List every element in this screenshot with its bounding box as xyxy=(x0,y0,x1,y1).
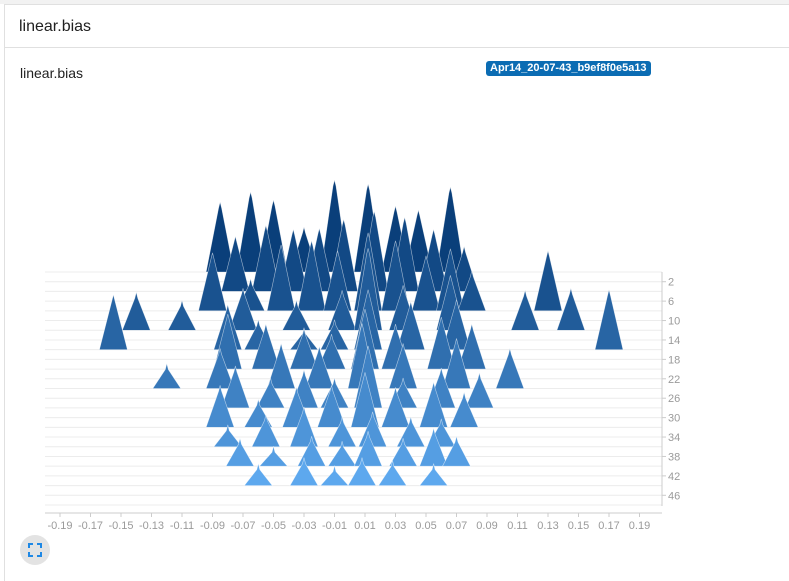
x-tick-label: -0.11 xyxy=(170,520,194,532)
y-tick-label: 18 xyxy=(668,354,680,366)
x-tick-label: -0.13 xyxy=(139,520,164,532)
ridges xyxy=(45,179,662,506)
x-tick-label: -0.19 xyxy=(47,520,72,532)
x-axis: -0.19 -0.17 -0.15 -0.13 -0.11 -0.09 -0.07 -0.05… xyxy=(45,512,662,532)
ridge-peak xyxy=(594,289,624,351)
y-tick-label: 6 xyxy=(668,296,674,308)
ridge-peak xyxy=(213,424,243,448)
x-tick-label: 0.19 xyxy=(629,520,650,532)
ridge-peak xyxy=(167,300,197,331)
y-tick-label: 14 xyxy=(668,335,680,347)
y-tick-label: 42 xyxy=(668,471,680,483)
x-tick-label: 0.09 xyxy=(476,520,497,532)
histogram-chart: 2610141822263034384246 -0.19 -0.17 -0.15 -0… xyxy=(45,179,680,532)
x-tick-label: 0.15 xyxy=(568,520,589,532)
ridge-peak xyxy=(99,294,128,351)
x-tick-label: 0.07 xyxy=(446,520,467,532)
x-tick-label: 0.13 xyxy=(537,520,558,532)
ridge-peak xyxy=(464,372,494,409)
x-tick-label: 0.03 xyxy=(385,520,406,532)
x-tick-label: 0.17 xyxy=(598,520,619,532)
x-tick-label: -0.15 xyxy=(108,520,133,532)
x-tick-label: 0.11 xyxy=(507,520,528,532)
ridge-peak xyxy=(152,363,182,389)
y-tick-label: 46 xyxy=(668,490,680,502)
ridge-peak xyxy=(418,463,449,486)
x-tick-label: 0.01 xyxy=(354,520,375,532)
x-tick-label: 0.05 xyxy=(415,520,436,532)
x-tick-label: -0.05 xyxy=(261,520,286,532)
ridge-peak xyxy=(533,250,563,312)
y-tick-label: 2 xyxy=(668,277,674,289)
fullscreen-button[interactable] xyxy=(20,535,50,565)
y-axis: 2610141822263034384246 xyxy=(661,272,680,506)
fullscreen-icon xyxy=(28,543,42,557)
y-tick-label: 30 xyxy=(668,413,680,425)
y-tick-label: 10 xyxy=(668,316,680,328)
y-tick-label: 38 xyxy=(668,451,680,463)
y-tick-label: 34 xyxy=(668,432,680,444)
x-tick-label: -0.01 xyxy=(322,520,347,532)
x-tick-label: -0.07 xyxy=(230,520,255,532)
y-tick-label: 26 xyxy=(668,393,680,405)
x-tick-label: -0.17 xyxy=(78,520,103,532)
ridge-peak xyxy=(243,463,273,486)
ridge-peak xyxy=(495,348,525,389)
y-tick-label: 22 xyxy=(668,374,680,386)
x-tick-label: -0.09 xyxy=(200,520,225,532)
x-tick-label: -0.03 xyxy=(291,520,316,532)
